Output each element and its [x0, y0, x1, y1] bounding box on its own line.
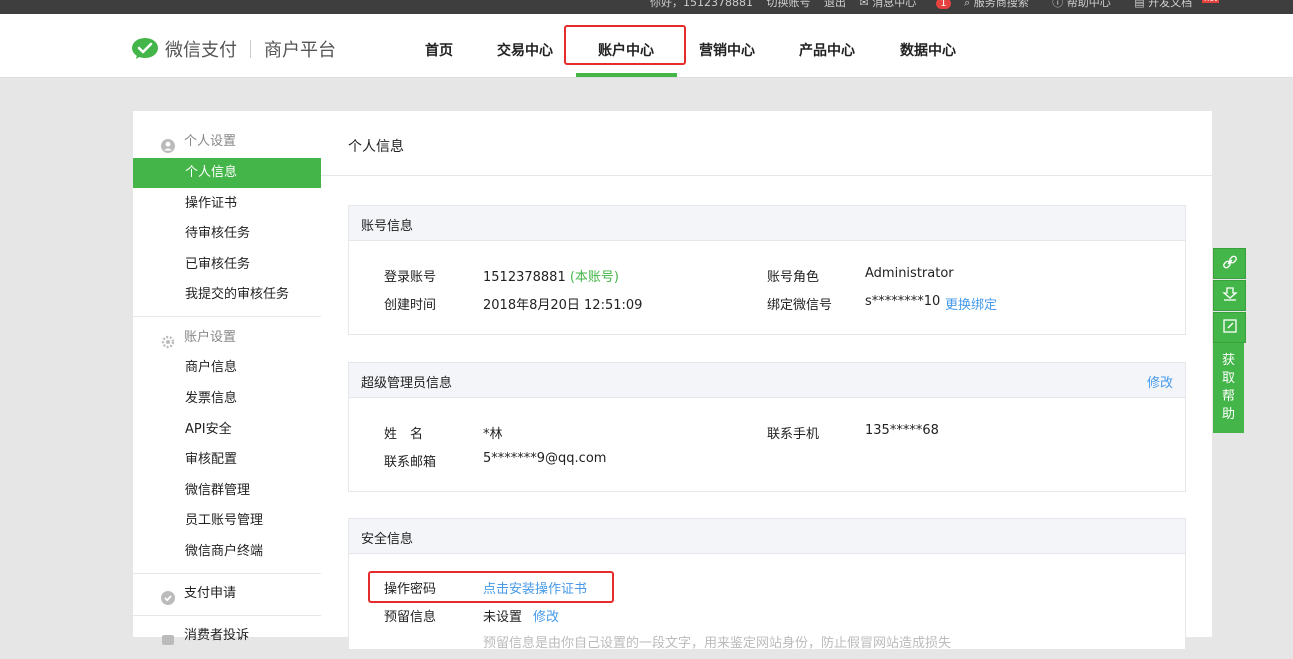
nav-active-indicator [576, 73, 677, 77]
sidebar-item-review-config[interactable]: 审核配置 [133, 445, 321, 475]
highlight-box-nav [564, 25, 686, 65]
get-help-button[interactable]: 获取帮助 [1213, 343, 1244, 433]
sidebar-divider [133, 573, 321, 574]
switch-account-link[interactable]: 切换账号 [767, 0, 811, 9]
nav-transactions[interactable]: 交易中心 [497, 40, 553, 60]
nav-marketing[interactable]: 营销中心 [699, 40, 755, 60]
logout-link[interactable]: 退出 [824, 0, 846, 9]
sidebar-item-staff-accounts[interactable]: 员工账号管理 [133, 506, 321, 536]
sidebar-item-my-submitted[interactable]: 我提交的审核任务 [133, 280, 321, 310]
brand-separator [250, 40, 251, 58]
reserved-info-hint: 预留信息是由你自己设置的一段文字，用来鉴定网站身份，防止假冒网站造成损失 [483, 636, 952, 651]
message-center-link[interactable]: ✉ 消息中心 [860, 0, 927, 9]
account-info-title: 账号信息 [361, 219, 414, 234]
admin-info-title: 超级管理员信息 [361, 376, 453, 391]
float-link-button[interactable] [1213, 248, 1246, 279]
nav-products[interactable]: 产品中心 [799, 40, 855, 60]
admin-info-card: 超级管理员信息 修改 姓 名 *林 联系邮箱 5*******9@qq.com … [348, 362, 1186, 492]
login-account-value: 1512378881 (本账号) [483, 270, 620, 285]
sidebar-item-api-security[interactable]: API安全 [133, 415, 321, 445]
this-account-note: (本账号) [569, 270, 620, 285]
dev-docs-link[interactable]: ▤ 开发文档hot [1134, 0, 1229, 9]
sidebar-divider [133, 615, 321, 616]
hot-badge: hot [1202, 0, 1220, 3]
account-role-label: 账号角色 [767, 270, 820, 285]
sidebar-group-account-settings: 账户设置 [133, 323, 321, 353]
account-info-card: 账号信息 登录账号 1512378881 (本账号) 创建时间 2018年8月2… [348, 205, 1186, 335]
gear-icon [161, 331, 175, 349]
sidebar-item-wechat-group[interactable]: 微信群管理 [133, 476, 321, 506]
sidebar-group-complaints[interactable]: 消费者投诉 [133, 621, 321, 651]
sidebar-item-pending-review[interactable]: 待审核任务 [133, 219, 321, 249]
created-time-label: 创建时间 [384, 298, 437, 313]
reserved-info-value: 未设置 [483, 610, 523, 625]
account-info-header: 账号信息 [349, 206, 1185, 241]
message-count-badge: 1 [936, 0, 951, 9]
admin-info-header: 超级管理员信息 修改 [349, 363, 1185, 398]
created-time-value: 2018年8月20日 12:51:09 [483, 298, 643, 313]
complaint-icon [161, 629, 175, 645]
sidebar-item-invoice-info[interactable]: 发票信息 [133, 384, 321, 414]
wechat-pay-logo-icon [131, 38, 159, 60]
link-icon [1222, 254, 1238, 274]
edit-icon [1222, 318, 1238, 338]
user-icon [161, 135, 175, 153]
sidebar-item-certificate[interactable]: 操作证书 [133, 189, 321, 219]
security-info-title: 安全信息 [361, 532, 414, 547]
title-divider [321, 175, 1212, 176]
login-account-label: 登录账号 [384, 270, 437, 285]
brand-logo[interactable]: 微信支付 商户平台 [131, 36, 336, 62]
nav-data[interactable]: 数据中心 [900, 40, 956, 60]
payment-icon [161, 587, 175, 605]
admin-phone-label: 联系手机 [767, 427, 820, 442]
admin-name-value: *林 [483, 427, 503, 442]
sidebar: 个人设置 个人信息 操作证书 待审核任务 已审核任务 我提交的审核任务 账户设置… [133, 111, 322, 645]
highlight-box-password [368, 571, 614, 603]
security-info-header: 安全信息 [349, 519, 1185, 554]
page-title: 个人信息 [348, 139, 404, 155]
brand-subtitle: 商户平台 [264, 40, 336, 61]
sidebar-item-merchant-info[interactable]: 商户信息 [133, 353, 321, 383]
sidebar-group-personal: 个人设置 [133, 127, 321, 157]
admin-email-value: 5*******9@qq.com [483, 451, 607, 466]
download-icon [1221, 286, 1238, 306]
reserved-info-label: 预留信息 [384, 610, 437, 625]
change-binding-link[interactable]: 更换绑定 [945, 294, 997, 313]
sidebar-item-personal-info[interactable]: 个人信息 [133, 158, 321, 188]
sidebar-item-merchant-terminal[interactable]: 微信商户终端 [133, 537, 321, 567]
admin-email-label: 联系邮箱 [384, 455, 437, 470]
main-content: 个人信息 账号信息 登录账号 1512378881 (本账号) 创建时间 201… [321, 111, 1212, 651]
get-help-label: 获取帮助 [1221, 353, 1235, 422]
float-edit-button[interactable] [1213, 312, 1246, 343]
bound-wechat-label: 绑定微信号 [767, 298, 833, 313]
admin-name-label: 姓 名 [384, 427, 424, 442]
nav-home[interactable]: 首页 [425, 40, 453, 60]
sidebar-group-payment-apply[interactable]: 支付申请 [133, 579, 321, 609]
help-center-link[interactable]: ⓘ 帮助中心 [1052, 0, 1121, 9]
account-role-value: Administrator [865, 266, 954, 281]
admin-phone-value: 135*****68 [865, 423, 939, 438]
float-download-button[interactable] [1213, 280, 1246, 311]
sidebar-divider [133, 316, 321, 317]
top-bar: 你好，1512378881 切换账号 退出 ✉ 消息中心 1 ⌕ 服务商搜索 ⓘ … [0, 0, 1293, 14]
reserved-info-edit-link[interactable]: 修改 [533, 606, 559, 625]
bound-wechat-value: s********10 [865, 294, 941, 309]
admin-edit-link[interactable]: 修改 [1147, 372, 1173, 391]
greeting: 你好，1512378881 [650, 0, 753, 9]
sidebar-item-reviewed[interactable]: 已审核任务 [133, 250, 321, 280]
brand-name: 微信支付 [165, 40, 237, 61]
service-search-link[interactable]: ⌕ 服务商搜索 [964, 0, 1039, 9]
